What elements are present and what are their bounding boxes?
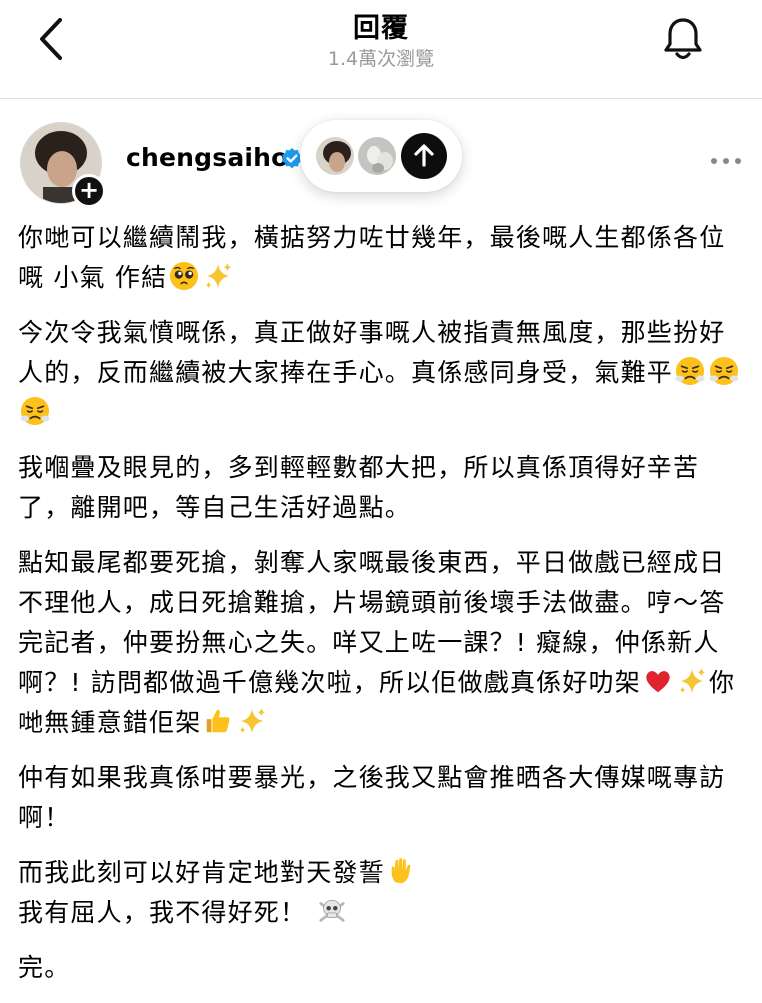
paragraph-text: 仲有如果我真係咁要暴光，之後我又點會推晒各大傳媒嘅專訪啊！	[18, 763, 726, 832]
more-horizontal-icon	[711, 158, 741, 164]
bell-icon	[664, 18, 702, 60]
paragraph-text: 你哋可以繼續鬧我，橫掂努力咗廿幾年，最後嘅人生都係各位嘅 小氣 作結	[18, 223, 726, 292]
raised-hand-emoji	[391, 858, 411, 884]
steam-nose-emoji	[675, 356, 705, 386]
post-paragraph: 今次令我氣憤嘅係，真正做好事嘅人被指責無風度，那些扮好人的，反而繼續被大家捧在手…	[18, 313, 748, 433]
paragraph-text: 點知最尾都要死搶，剝奪人家嘅最後東西，平日做戲已經成日不理他人，成日死搶難搶，片…	[18, 548, 726, 697]
paragraph-text: 而我此刻可以好肯定地對天發誓	[18, 858, 385, 887]
paragraph-text: 我有屈人，我不得好死！	[18, 898, 316, 927]
participant-avatar	[314, 135, 356, 177]
post-paragraph: 仲有如果我真係咁要暴光，之後我又點會推晒各大傳媒嘅專訪啊！	[18, 758, 748, 838]
post-paragraph: 完。	[18, 948, 748, 988]
top-bar: 回覆 1.4萬次瀏覽	[0, 0, 762, 94]
page-title: 回覆	[353, 13, 409, 44]
paragraph-text: 今次令我氣憤嘅係，真正做好事嘅人被指責無風度，那些扮好人的，反而繼續被大家捧在手…	[18, 318, 726, 387]
participant-avatar	[356, 135, 398, 177]
post-text: 你哋可以繼續鬧我，橫掂努力咗廿幾年，最後嘅人生都係各位嘅 小氣 作結 今次令我氣…	[18, 218, 748, 1003]
post-paragraph: 點知最尾都要死搶，剝奪人家嘅最後東西，平日做戲已經成日不理他人，成日死搶難搶，片…	[18, 543, 748, 743]
red-heart-emoji	[646, 671, 670, 693]
post-paragraph: 你哋可以繼續鬧我，橫掂努力咗廿幾年，最後嘅人生都係各位嘅 小氣 作結	[18, 218, 748, 298]
author-username[interactable]: chengsaiho	[126, 143, 289, 172]
scroll-up-button[interactable]	[401, 133, 447, 179]
follow-plus-icon[interactable]: +	[72, 174, 106, 208]
arrow-up-icon	[414, 144, 434, 167]
notifications-button[interactable]	[660, 14, 706, 62]
post-paragraph: 而我此刻可以好肯定地對天發誓 我有屈人，我不得好死！	[18, 853, 748, 933]
steam-nose-emoji	[20, 396, 50, 426]
paragraph-text: 完。	[18, 953, 71, 982]
view-count: 1.4萬次瀏覽	[327, 48, 435, 70]
skull-crossbones-emoji	[319, 899, 346, 922]
steam-nose-emoji	[709, 356, 739, 386]
more-options-button[interactable]	[706, 150, 746, 172]
paragraph-text: 我嗰疊及眼見的，多到輕輕數都大把，所以真係頂得好辛苦了，離開吧，等自己生活好過點…	[18, 453, 700, 522]
sparkles-emoji	[206, 262, 232, 289]
reply-participants-pill[interactable]	[300, 120, 462, 192]
header-divider	[0, 98, 762, 99]
sparkles-emoji	[240, 707, 266, 734]
thumbs-up-emoji	[207, 709, 230, 733]
author-avatar[interactable]: +	[20, 122, 106, 208]
post-paragraph: 我嗰疊及眼見的，多到輕輕數都大把，所以真係頂得好辛苦了，離開吧，等自己生活好過點…	[18, 448, 748, 528]
sparkles-emoji	[679, 667, 706, 694]
pleading-face-emoji	[170, 261, 199, 291]
